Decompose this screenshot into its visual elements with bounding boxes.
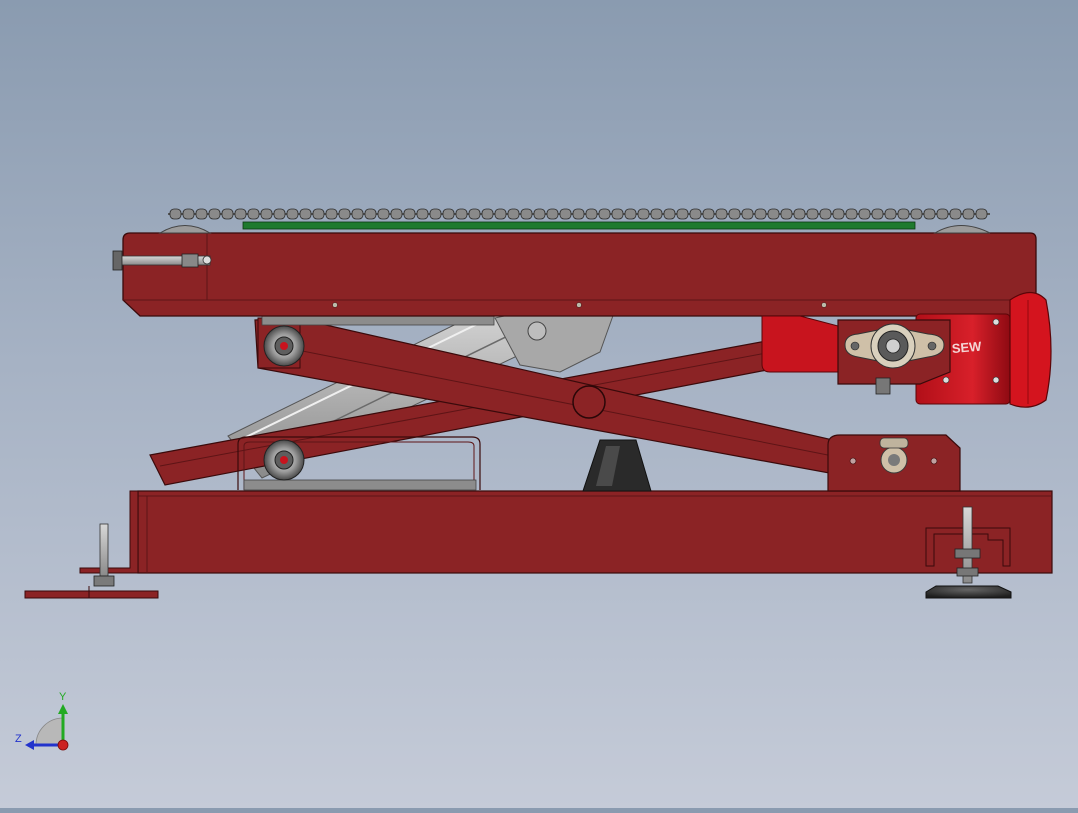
chain-link — [663, 208, 676, 220]
chain-link — [533, 208, 546, 220]
chain-link — [637, 208, 650, 220]
chain-link — [338, 208, 351, 220]
chain-link — [923, 208, 936, 220]
chain-link — [910, 208, 923, 220]
chain-link — [884, 208, 897, 220]
left-sprocket — [158, 225, 212, 234]
chain-link — [858, 208, 871, 220]
chain-link — [819, 208, 832, 220]
chain-link — [598, 208, 611, 220]
chain-link — [325, 208, 338, 220]
chain-link — [377, 208, 390, 220]
chain-link — [195, 208, 208, 220]
center-bumper — [582, 439, 652, 492]
chain-link — [806, 208, 819, 220]
chain-link — [455, 208, 468, 220]
chain-link — [468, 208, 481, 220]
chain-link — [299, 208, 312, 220]
model-drawing: SEW Y Z — [15, 208, 1053, 751]
chain-link — [481, 208, 494, 220]
chain-link — [247, 208, 260, 220]
chain-link — [897, 208, 910, 220]
chain-link — [676, 208, 689, 220]
chain-link — [273, 208, 286, 220]
x-axis-dot — [57, 739, 69, 751]
chain-link — [962, 208, 975, 220]
chain-link — [871, 208, 884, 220]
chain-link — [429, 208, 442, 220]
chain-link — [741, 208, 754, 220]
chain-link — [650, 208, 663, 220]
roller-chain — [168, 208, 990, 220]
z-axis-label: Z — [15, 733, 22, 745]
chain-link — [351, 208, 364, 220]
chain-link — [780, 208, 793, 220]
chain-link — [169, 208, 182, 220]
chain-link — [234, 208, 247, 220]
chain-link — [728, 208, 741, 220]
chain-link — [403, 208, 416, 220]
center-pivot — [572, 385, 606, 419]
conveyor-frame — [122, 232, 1037, 317]
conveyor-belt — [242, 221, 916, 230]
cad-viewport[interactable]: SEW Y Z — [0, 0, 1078, 808]
chain-link — [702, 208, 715, 220]
chain-link — [208, 208, 221, 220]
lower-hinge-block — [827, 434, 961, 492]
chain-link — [585, 208, 598, 220]
view-triad[interactable]: Y Z — [15, 691, 69, 751]
chain-link — [624, 208, 637, 220]
chain-link — [364, 208, 377, 220]
chain-link — [832, 208, 845, 220]
chain-link — [936, 208, 949, 220]
chain-link — [572, 208, 585, 220]
chain-link — [390, 208, 403, 220]
chain-link — [546, 208, 559, 220]
chain-link — [611, 208, 624, 220]
chain-link — [520, 208, 533, 220]
chain-link — [715, 208, 728, 220]
chain-link — [416, 208, 429, 220]
chain-link — [559, 208, 572, 220]
chain-link — [221, 208, 234, 220]
triad-plane — [35, 717, 64, 746]
chain-link — [260, 208, 273, 220]
right-sprocket — [933, 225, 991, 234]
chain-link — [286, 208, 299, 220]
y-axis-label: Y — [59, 691, 67, 703]
z-axis-arrowhead — [25, 740, 34, 750]
chain-link — [442, 208, 455, 220]
chain-link — [767, 208, 780, 220]
chain-link — [949, 208, 962, 220]
chain-link — [793, 208, 806, 220]
motor-brand-label: SEW — [951, 339, 983, 357]
chain-link — [754, 208, 767, 220]
chain-link — [689, 208, 702, 220]
chain-link — [494, 208, 507, 220]
chain-link — [312, 208, 325, 220]
chain-link — [975, 208, 988, 220]
chain-link — [182, 208, 195, 220]
base-frame — [79, 490, 1053, 574]
chain-link — [845, 208, 858, 220]
chain-link — [507, 208, 520, 220]
y-axis-arrowhead — [58, 704, 68, 714]
